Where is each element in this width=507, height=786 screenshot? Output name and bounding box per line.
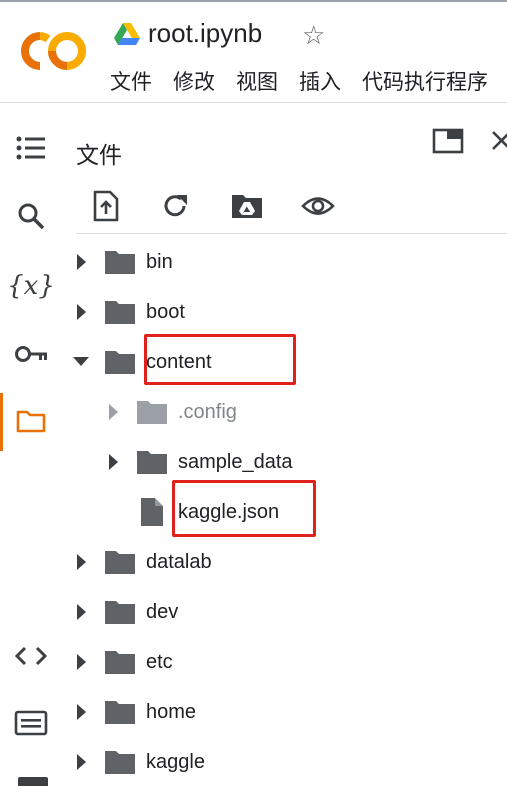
code-icon <box>15 646 47 666</box>
tree-item-label: kaggle <box>146 750 205 773</box>
menu-bar: 文件 修改 视图 插入 代码执行程序 <box>110 68 507 98</box>
caret-right-icon[interactable] <box>72 552 90 572</box>
menu-item-insert[interactable]: 插入 <box>299 68 341 98</box>
search-icon <box>18 203 45 230</box>
drive-folder-icon <box>232 195 262 218</box>
left-rail: {x} <box>0 103 62 786</box>
terminal-icon <box>14 710 48 736</box>
folder-row[interactable]: dev <box>72 592 178 632</box>
folder-icon <box>136 398 168 426</box>
tree-item-label: boot <box>146 300 185 323</box>
folder-row[interactable]: kaggle <box>72 742 205 782</box>
mount-drive-button[interactable] <box>227 186 267 226</box>
files-panel-title: 文件 <box>76 142 122 168</box>
caret-right-icon[interactable] <box>72 602 90 622</box>
tree-item-label: datalab <box>146 550 212 573</box>
folder-icon <box>136 448 168 476</box>
caret-right-icon[interactable] <box>72 302 90 322</box>
upload-button[interactable] <box>86 186 126 226</box>
caret-right-icon[interactable] <box>72 702 90 722</box>
caret-right-icon[interactable] <box>104 402 122 422</box>
menu-item-file[interactable]: 文件 <box>110 68 152 98</box>
menu-item-runtime[interactable]: 代码执行程序 <box>362 68 488 98</box>
folder-icon <box>104 748 136 776</box>
folder-row[interactable]: home <box>72 692 196 732</box>
tree-item-label: dev <box>146 600 179 623</box>
close-icon[interactable] <box>490 128 507 154</box>
open-in-tab-icon[interactable] <box>432 128 464 154</box>
folder-icon <box>104 298 136 326</box>
caret-down-icon[interactable] <box>72 352 90 372</box>
folder-icon <box>104 248 136 276</box>
upload-file-icon <box>93 190 119 222</box>
caret-right-icon[interactable] <box>104 452 122 472</box>
folder-icon <box>104 348 136 376</box>
star-icon[interactable]: ☆ <box>302 22 325 48</box>
colab-logo[interactable]: CO <box>20 30 88 72</box>
folder-outline-icon <box>16 410 46 433</box>
menu-item-edit[interactable]: 修改 <box>173 68 215 98</box>
tree-item-label: .config <box>178 400 237 423</box>
variables-button[interactable]: {x} <box>0 258 62 314</box>
folder-icon <box>104 648 136 676</box>
eye-icon <box>301 197 335 215</box>
files-button[interactable] <box>0 393 62 451</box>
toc-icon <box>16 136 45 160</box>
tree-item-label: sample_data <box>178 450 293 473</box>
refresh-icon <box>164 195 187 217</box>
tree-item-label: etc <box>146 650 173 673</box>
folder-row[interactable]: datalab <box>72 542 212 582</box>
header: CO root.ipynb ☆ 文件 修改 视图 插入 代码执行程序 <box>0 2 507 103</box>
folder-row[interactable]: etc <box>72 642 173 682</box>
search-button[interactable] <box>0 188 62 244</box>
files-toolbar <box>76 182 507 234</box>
code-snippets-button[interactable] <box>0 628 62 684</box>
tree-item-label: home <box>146 700 197 723</box>
highlight-box-kaggle-json <box>172 480 316 537</box>
file-icon <box>136 498 168 526</box>
highlight-box-content <box>144 334 296 385</box>
tree-item-label: bin <box>146 250 173 273</box>
folder-icon <box>104 548 136 576</box>
folder-row[interactable]: bin <box>72 242 173 282</box>
secrets-button[interactable] <box>0 326 62 382</box>
notebook-title[interactable]: root.ipynb <box>148 18 262 49</box>
command-palette-button[interactable] <box>0 695 62 751</box>
folder-row[interactable]: sample_data <box>104 442 293 482</box>
toggle-hidden-files-button[interactable] <box>298 186 338 226</box>
refresh-button[interactable] <box>155 186 195 226</box>
caret-right-icon[interactable] <box>72 252 90 272</box>
folder-row[interactable]: .config <box>104 392 237 432</box>
variables-icon: {x} <box>7 271 55 301</box>
table-of-contents-button[interactable] <box>0 120 62 176</box>
caret-right-icon[interactable] <box>72 652 90 672</box>
folder-icon <box>104 598 136 626</box>
menu-item-view[interactable]: 视图 <box>236 68 278 98</box>
key-icon <box>15 346 47 362</box>
caret-right-icon[interactable] <box>72 752 90 772</box>
folder-icon <box>104 698 136 726</box>
google-drive-icon[interactable] <box>114 22 140 46</box>
rail-partial-icon[interactable] <box>18 777 48 786</box>
folder-row[interactable]: boot <box>72 292 185 332</box>
